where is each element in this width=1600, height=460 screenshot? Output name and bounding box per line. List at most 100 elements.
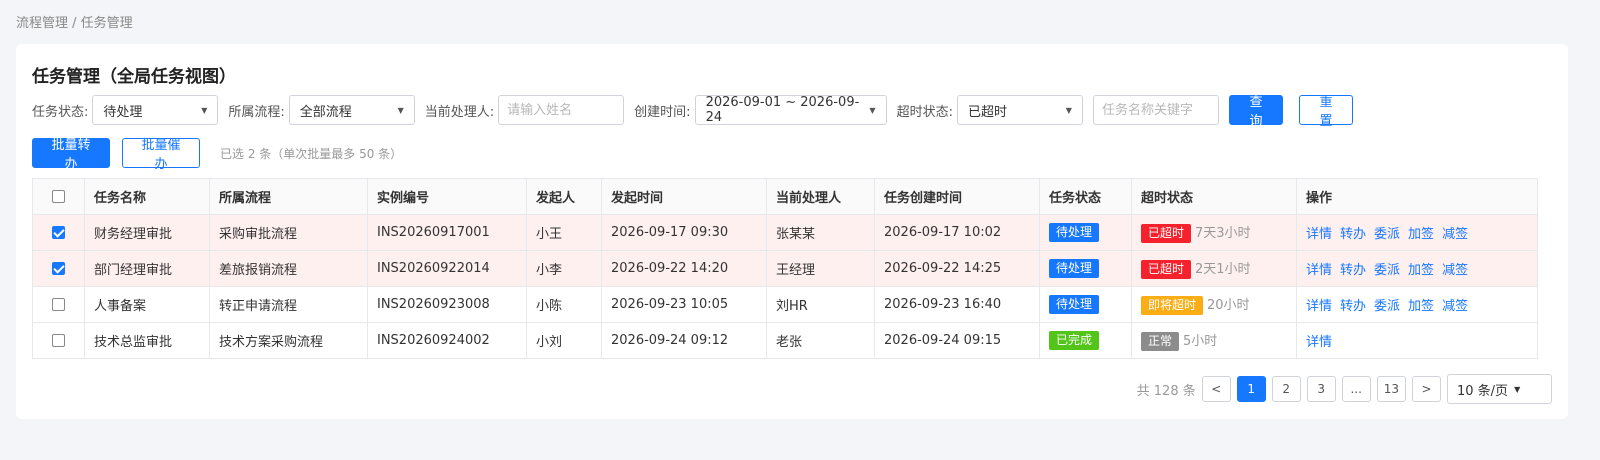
cell-actions: 详情 转办 委派 加签 减签: [1296, 214, 1538, 251]
handler-input[interactable]: [498, 95, 625, 125]
status-badge: 已完成: [1049, 331, 1100, 350]
overdue-duration: 5小时: [1183, 334, 1218, 349]
overdue-duration: 2天1小时: [1195, 262, 1251, 277]
task-table: 任务名称 所属流程 实例编号 发起人 发起时间 当前处理人 任务创建时间 任务状…: [32, 178, 1538, 359]
select-all-checkbox[interactable]: [52, 190, 65, 203]
overdue-duration: 20小时: [1207, 298, 1250, 313]
action-link[interactable]: 加签: [1408, 263, 1434, 278]
overdue-badge: 已超时: [1141, 224, 1192, 243]
table-row: 部门经理审批 差旅报销流程 INS20260922014 小李 2026-09-22 1…: [32, 250, 1538, 287]
action-link[interactable]: 委派: [1374, 263, 1400, 278]
cell-process: 差旅报销流程: [209, 250, 368, 287]
action-link[interactable]: 委派: [1374, 227, 1400, 242]
header-initiator: 发起人: [526, 178, 602, 215]
filter-bar: 任务状态: 待处理 ▼ 所属流程: 全部流程 ▼ 当前处理人: 创建时间: 20…: [32, 95, 1353, 129]
action-link[interactable]: 减签: [1442, 263, 1468, 278]
selection-info: 已选 2 条（单次批量最多 50 条）: [220, 146, 403, 161]
batch-transfer-button[interactable]: 批量转办: [32, 138, 110, 172]
action-link[interactable]: 详情: [1306, 263, 1332, 278]
status-filter-select[interactable]: 待处理 ▼: [92, 95, 219, 125]
table-body: 财务经理审批 采购审批流程 INS20260917001 小王 2026-09-17 0…: [32, 214, 1538, 359]
cell-initiator: 小刘: [526, 322, 602, 359]
action-link[interactable]: 加签: [1408, 299, 1434, 314]
action-link[interactable]: 详情: [1306, 299, 1332, 314]
action-link[interactable]: 详情: [1306, 335, 1332, 350]
created-time-range[interactable]: 2026-09-01 ~ 2026-09-24 ▼: [694, 95, 887, 125]
action-link[interactable]: 减签: [1442, 227, 1468, 242]
cell-task-name: 部门经理审批: [84, 250, 210, 287]
cell-initiator: 小陈: [526, 286, 602, 323]
header-overdue: 超时状态: [1131, 178, 1297, 215]
breadcrumb: 流程管理 / 任务管理: [16, 16, 133, 31]
header-start-time: 发起时间: [601, 178, 767, 215]
page-button-2[interactable]: 2: [1271, 376, 1301, 402]
cell-created-time: 2026-09-24 09:15: [874, 322, 1040, 359]
process-filter-select[interactable]: 全部流程 ▼: [288, 95, 415, 125]
cell-status: 待处理: [1039, 286, 1132, 323]
header-created-time: 任务创建时间: [874, 178, 1040, 215]
batch-toolbar: 批量转办 批量催办 已选 2 条（单次批量最多 50 条）: [32, 138, 403, 172]
table-row: 技术总监审批 技术方案采购流程 INS20260924002 小刘 2026-09-24…: [32, 322, 1538, 359]
chevron-down-icon: ▼: [397, 105, 404, 115]
overdue-filter-select[interactable]: 已超时 ▼: [956, 95, 1083, 125]
overdue-badge: 已超时: [1141, 260, 1192, 279]
status-filter-label: 任务状态:: [32, 104, 89, 120]
cell-overdue: 已超时 7天3小时: [1131, 214, 1297, 251]
cell-initiator: 小王: [526, 214, 602, 251]
cell-start-time: 2026-09-22 14:20: [601, 250, 767, 287]
row-checkbox[interactable]: [52, 226, 65, 239]
page-ellipsis[interactable]: ...: [1341, 376, 1371, 402]
cell-start-time: 2026-09-17 09:30: [601, 214, 767, 251]
cell-task-name: 技术总监审批: [84, 322, 210, 359]
cell-start-time: 2026-09-24 09:12: [601, 322, 767, 359]
row-select-cell: [32, 286, 85, 323]
keyword-input[interactable]: [1092, 95, 1219, 125]
handler-filter-label: 当前处理人:: [424, 104, 495, 120]
action-link[interactable]: 加签: [1408, 227, 1434, 242]
status-filter-value: 待处理: [103, 104, 143, 120]
page-size-select[interactable]: 10 条/页 ▼: [1447, 374, 1552, 404]
prev-page-button[interactable]: <: [1201, 376, 1231, 402]
action-link[interactable]: 转办: [1340, 263, 1366, 278]
action-link[interactable]: 转办: [1340, 227, 1366, 242]
batch-remind-button[interactable]: 批量催办: [122, 138, 200, 172]
cell-instance: INS20260922014: [367, 250, 527, 287]
row-checkbox[interactable]: [52, 262, 65, 275]
page-button-13[interactable]: 13: [1376, 376, 1406, 402]
row-checkbox[interactable]: [52, 298, 65, 311]
cell-initiator: 小李: [526, 250, 602, 287]
reset-button[interactable]: 重置: [1298, 95, 1353, 129]
page-button-3[interactable]: 3: [1306, 376, 1336, 402]
cell-created-time: 2026-09-22 14:25: [874, 250, 1040, 287]
cell-task-name: 财务经理审批: [84, 214, 210, 251]
cell-status: 已完成: [1039, 322, 1132, 359]
next-page-button[interactable]: >: [1412, 376, 1441, 402]
table-row: 人事备案 转正申请流程 INS20260923008 小陈 2026-09-23 10:…: [32, 286, 1538, 323]
overdue-badge: 正常: [1141, 332, 1180, 351]
page-size-value: 10 条/页: [1457, 383, 1509, 399]
action-link[interactable]: 委派: [1374, 299, 1400, 314]
page-button-1[interactable]: 1: [1236, 376, 1266, 402]
cell-actions: 详情 转办 委派 加签 减签: [1296, 250, 1538, 287]
cell-actions: 详情 转办 委派 加签 减签: [1296, 286, 1538, 323]
header-status: 任务状态: [1039, 178, 1132, 215]
row-select-cell: [32, 214, 85, 251]
action-link[interactable]: 详情: [1306, 227, 1332, 242]
cell-handler: 刘HR: [766, 286, 875, 323]
cell-created-time: 2026-09-23 16:40: [874, 286, 1040, 323]
cell-status: 待处理: [1039, 250, 1132, 287]
cell-task-name: 人事备案: [84, 286, 210, 323]
chevron-down-icon: ▼: [201, 105, 208, 115]
query-button[interactable]: 查询: [1228, 95, 1283, 129]
action-link[interactable]: 减签: [1442, 299, 1468, 314]
action-link[interactable]: 转办: [1340, 299, 1366, 314]
cell-start-time: 2026-09-23 10:05: [601, 286, 767, 323]
cell-instance: INS20260917001: [367, 214, 527, 251]
row-checkbox[interactable]: [52, 334, 65, 347]
cell-instance: INS20260923008: [367, 286, 527, 323]
table-row: 财务经理审批 采购审批流程 INS20260917001 小王 2026-09-17 0…: [32, 214, 1538, 251]
overdue-duration: 7天3小时: [1195, 226, 1251, 241]
cell-handler: 张某某: [766, 214, 875, 251]
cell-process: 采购审批流程: [209, 214, 368, 251]
cell-instance: INS20260924002: [367, 322, 527, 359]
